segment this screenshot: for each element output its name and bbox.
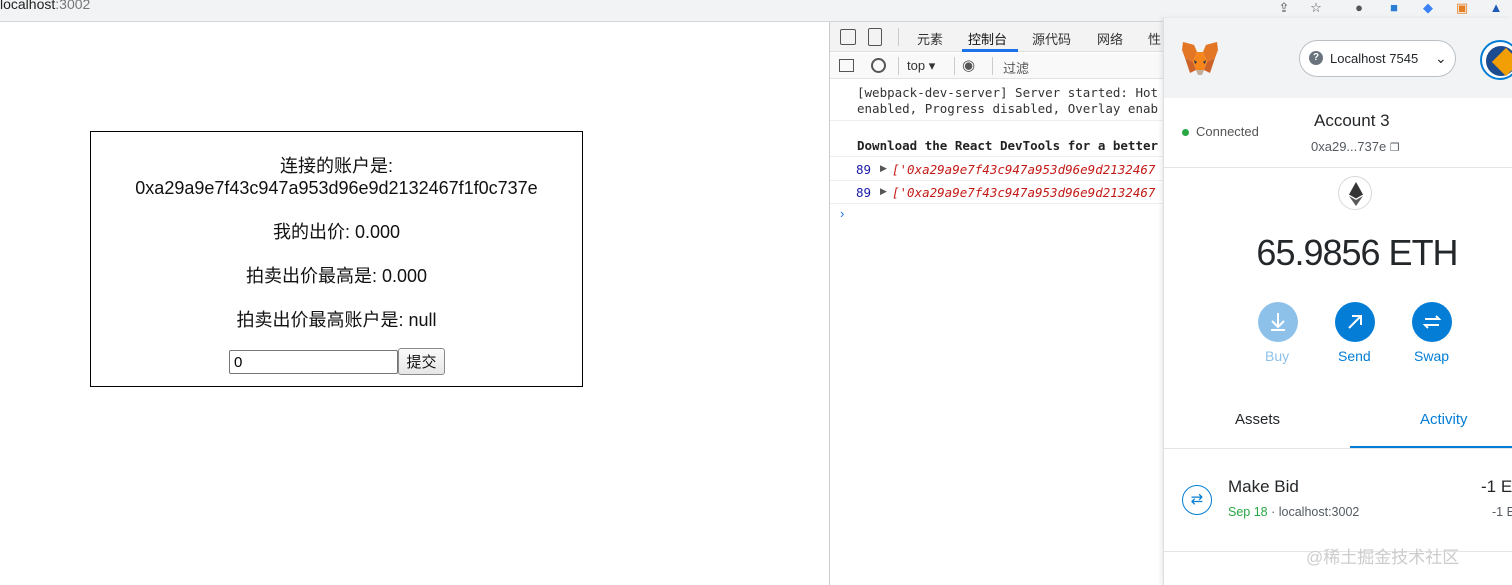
chevron-down-icon: ⌄ [1435, 50, 1447, 66]
account-avatar[interactable] [1480, 40, 1512, 80]
account-name[interactable]: Account 3 [1314, 111, 1390, 131]
send-label: Send [1338, 348, 1371, 364]
devtools-panel: 元素 控制台 源代码 网络 性 top ▾ ◉ 过滤 [webpack-dev-… [829, 22, 1166, 585]
eth-balance: 65.9856 ETH [1256, 232, 1458, 273]
clear-console-icon[interactable] [871, 58, 886, 73]
connected-account-label: 连接的账户是: [279, 156, 393, 176]
account-bar: Connected Account 3 0xa29...737e ❐ [1164, 98, 1512, 168]
extension-icon[interactable]: ● [1350, 0, 1368, 16]
metamask-fox-icon[interactable] [1180, 40, 1220, 78]
connected-status-dot [1182, 129, 1189, 136]
network-label: Localhost 7545 [1330, 51, 1419, 66]
url-text[interactable]: localhost:3002 [0, 0, 90, 12]
tab-elements[interactable]: 元素 [917, 29, 943, 48]
ethereum-icon [1338, 176, 1372, 210]
divider [992, 57, 993, 75]
console-line-number: 89 [856, 162, 872, 177]
transaction-subtitle: Sep 18 · localhost:3002 [1228, 505, 1360, 519]
console-message: Download the React DevTools for a better [857, 138, 1159, 153]
tab-assets[interactable]: Assets [1235, 411, 1280, 428]
network-question-icon: ? [1309, 51, 1323, 65]
tab-console[interactable]: 控制台 [968, 29, 1007, 48]
tab-performance[interactable]: 性 [1148, 29, 1161, 48]
expand-triangle-icon[interactable]: ▶ [880, 186, 887, 197]
active-tab-indicator [962, 49, 1018, 52]
divider [830, 156, 1166, 157]
tab-sources[interactable]: 源代码 [1032, 29, 1071, 48]
account-address[interactable]: 0xa29...737e ❐ [1311, 139, 1400, 154]
asset-tabs: Assets Activity [1164, 401, 1512, 449]
transaction-amount: -1 ET [1481, 477, 1512, 496]
eye-icon[interactable]: ◉ [962, 56, 975, 74]
watermark: @稀土掘金技术社区 [1306, 548, 1460, 567]
console-toolbar: top ▾ ◉ 过滤 [830, 53, 1166, 79]
network-selector[interactable]: ? Localhost 7545 ⌄ [1299, 40, 1456, 77]
swap-button[interactable] [1412, 302, 1452, 342]
divider [830, 180, 1166, 181]
bid-input[interactable] [229, 350, 398, 374]
tab-activity[interactable]: Activity [1420, 411, 1468, 428]
transaction-row[interactable]: ⇄ Make Bid Sep 18 · localhost:3002 -1 ET… [1164, 449, 1512, 552]
filter-input[interactable]: 过滤 [1003, 58, 1029, 77]
connected-account-value: 0xa29a9e7f43c947a953d96e9d2132467f1f0c73… [135, 178, 538, 198]
swap-label: Swap [1414, 348, 1450, 364]
devtools-tabbar: 元素 控制台 源代码 网络 性 [830, 22, 1166, 52]
copy-icon[interactable]: ❐ [1390, 142, 1400, 154]
active-tab-indicator [1350, 446, 1512, 448]
buy-label: Buy [1265, 348, 1290, 364]
my-bid: 我的出价: 0.000 [272, 222, 401, 242]
extension-icon[interactable]: ▣ [1453, 0, 1471, 16]
divider [830, 203, 1166, 204]
divider [954, 57, 955, 75]
star-icon[interactable]: ☆ [1307, 0, 1325, 16]
connected-status[interactable]: Connected [1196, 124, 1259, 139]
context-select[interactable]: top ▾ [907, 58, 935, 74]
transaction-title: Make Bid [1228, 477, 1299, 496]
sidebar-toggle-icon[interactable] [839, 59, 854, 72]
highest-bidder: 拍卖出价最高账户是: null [236, 310, 437, 330]
console-message: enabled, Progress disabled, Overlay enab [857, 101, 1159, 116]
extension-icon[interactable]: ■ [1385, 0, 1403, 16]
tab-network[interactable]: 网络 [1097, 29, 1123, 48]
divider [898, 28, 899, 46]
swap-icon: ⇄ [1182, 485, 1212, 515]
console-log-array[interactable]: ['0xa29a9e7f43c947a953d96e9d2132467 [892, 185, 1155, 200]
console-message: [webpack-dev-server] Server started: Hot [857, 85, 1159, 100]
highest-bid: 拍卖出价最高是: 0.000 [245, 266, 428, 286]
metamask-popup: ? Localhost 7545 ⌄ Connected Account 3 0… [1163, 18, 1512, 585]
extension-icon[interactable]: ◆ [1419, 0, 1437, 16]
auction-card: 连接的账户是: 0xa29a9e7f43c947a953d96e9d213246… [90, 131, 583, 387]
device-toggle-icon[interactable] [868, 28, 882, 46]
buy-button[interactable] [1258, 302, 1298, 342]
submit-button[interactable]: 提交 [398, 348, 445, 375]
inspect-icon[interactable] [840, 29, 856, 45]
share-icon[interactable]: ⇪ [1275, 0, 1293, 16]
console-prompt-icon[interactable]: › [840, 206, 844, 221]
metamask-header: ? Localhost 7545 ⌄ [1164, 18, 1512, 98]
extension-icon[interactable]: ▲ [1487, 0, 1505, 16]
divider [830, 120, 1166, 121]
send-button[interactable] [1335, 302, 1375, 342]
divider [898, 57, 899, 75]
expand-triangle-icon[interactable]: ▶ [880, 163, 887, 174]
transaction-amount-sub: -1 E [1492, 505, 1512, 519]
console-line-number: 89 [856, 185, 872, 200]
console-log-array[interactable]: ['0xa29a9e7f43c947a953d96e9d2132467 [892, 162, 1155, 177]
